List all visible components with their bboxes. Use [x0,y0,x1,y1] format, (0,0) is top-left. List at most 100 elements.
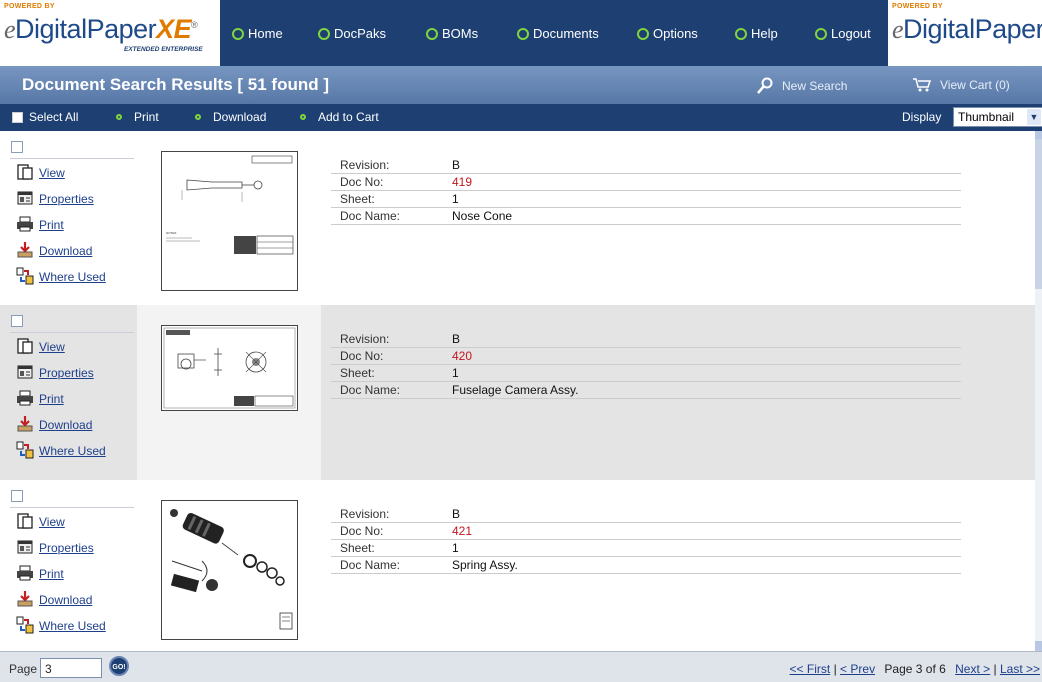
select-all-checkbox[interactable]: Select All [12,110,78,124]
drawing-thumbnail[interactable] [161,325,298,411]
checkbox-icon [12,111,23,123]
divider [331,347,961,348]
top-nav-bar: POWERED BY eDigitalPaperXE® EXTENDED ENT… [0,0,1042,66]
printer-icon [17,216,33,232]
where-used-link[interactable]: Where Used [16,267,106,285]
divider [331,224,961,225]
sheet-label: Sheet: [340,541,375,555]
properties-link[interactable]: Properties [17,365,94,380]
brand-e: e [892,15,904,44]
divider [331,573,961,574]
brand-name: DigitalPaper [15,14,157,44]
where-used-link[interactable]: Where Used [16,441,106,459]
cart-icon [913,78,932,92]
brand-registered: ® [191,20,198,30]
doc-name-label: Doc Name: [340,209,401,223]
view-cart-link[interactable]: View Cart (0) [912,77,1010,93]
page-status: Page 3 of 6 [884,662,946,676]
where-used-icon [16,441,34,459]
magnifier-icon [757,77,773,94]
download-link[interactable]: Download [17,242,92,258]
page-label: Page [9,662,38,676]
view-link[interactable]: View [17,338,65,354]
circle-icon [318,27,330,40]
where-used-icon [16,267,34,285]
download-link[interactable]: Download [17,416,92,432]
page-title: Document Search Results [ 51 found ] [22,75,329,94]
prev-page-link[interactable]: < Prev [840,662,875,676]
nav-boms[interactable]: BOMs [426,26,478,41]
download-icon [17,416,33,432]
row-checkbox[interactable] [11,315,23,327]
properties-link[interactable]: Properties [17,540,94,555]
divider [331,522,961,523]
view-link[interactable]: View [17,164,65,180]
doc-no-label: Doc No: [340,349,384,363]
display-mode-select[interactable]: Thumbnail ▼ [953,107,1042,127]
add-to-cart-button[interactable]: Add to Cart [300,110,379,124]
revision-value: B [452,507,461,521]
divider [331,364,961,365]
where-used-icon [16,616,34,634]
scroll-thumb[interactable] [1035,139,1042,289]
print-selected-button[interactable]: Print [116,110,159,124]
drawing-thumbnail[interactable] [161,500,298,640]
revision-label: Revision: [340,507,390,521]
print-link[interactable]: Print [17,565,64,581]
digitalpaper-xe-logo: POWERED BY eDigitalPaperXE® EXTENDED ENT… [0,0,220,66]
last-page-link[interactable]: Last >> [1000,662,1040,676]
drawing-thumbnail[interactable]: NOTES [161,151,298,291]
action-bar: Select All Print Download Add to Cart Di… [0,104,1042,131]
doc-no-value: 419 [452,175,473,189]
view-link[interactable]: View [17,513,65,529]
properties-icon [17,365,33,379]
svg-text:NOTES: NOTES [166,231,176,235]
nav-options[interactable]: Options [637,26,698,41]
spring-assy-drawing [170,509,293,630]
view-doc-icon [17,338,33,354]
row-checkbox[interactable] [11,490,23,502]
first-page-link[interactable]: << First [790,662,831,676]
go-button[interactable]: GO! [109,656,129,676]
nav-home[interactable]: Home [232,26,283,41]
print-link[interactable]: Print [17,390,64,406]
powered-by-text: POWERED BY [892,3,943,10]
revision-label: Revision: [340,158,390,172]
page-number-input[interactable]: 3 [40,658,102,678]
nav-docpaks[interactable]: DocPaks [318,26,386,41]
scroll-down-button[interactable] [1035,641,1042,651]
new-search-link[interactable]: New Search [756,77,847,95]
results-list: View Properties Print Download Where Use… [0,131,1035,651]
extended-enterprise-text: EXTENDED ENTERPRISE [124,46,203,53]
divider [331,173,961,174]
sheet-label: Sheet: [340,366,375,380]
display-label: Display [902,110,942,124]
circle-icon [637,27,649,40]
result-row: View Properties Print Download Where Use… [0,131,1035,306]
properties-link[interactable]: Properties [17,191,94,206]
doc-name-value: Fuselage Camera Assy. [452,383,579,397]
divider [10,507,134,508]
sheet-label: Sheet: [340,192,375,206]
printer-icon [17,565,33,581]
download-selected-button[interactable]: Download [195,110,266,124]
bullet-icon [116,114,122,120]
bullet-icon [300,114,306,120]
sheet-value: 1 [452,366,459,380]
properties-icon [17,540,33,554]
nav-documents[interactable]: Documents [517,26,599,41]
doc-no-label: Doc No: [340,524,384,538]
sheet-value: 1 [452,541,459,555]
nav-help[interactable]: Help [735,26,778,41]
next-page-link[interactable]: Next > [955,662,990,676]
doc-no-value: 420 [452,349,473,363]
doc-name-label: Doc Name: [340,383,401,397]
divider [331,398,961,399]
row-checkbox[interactable] [11,141,23,153]
nav-logout[interactable]: Logout [815,26,871,41]
pager: << First | < Prev Page 3 of 6 Next > | L… [790,662,1040,676]
where-used-link[interactable]: Where Used [16,616,106,634]
download-link[interactable]: Download [17,591,92,607]
results-scrollbar[interactable] [1035,131,1042,651]
print-link[interactable]: Print [17,216,64,232]
